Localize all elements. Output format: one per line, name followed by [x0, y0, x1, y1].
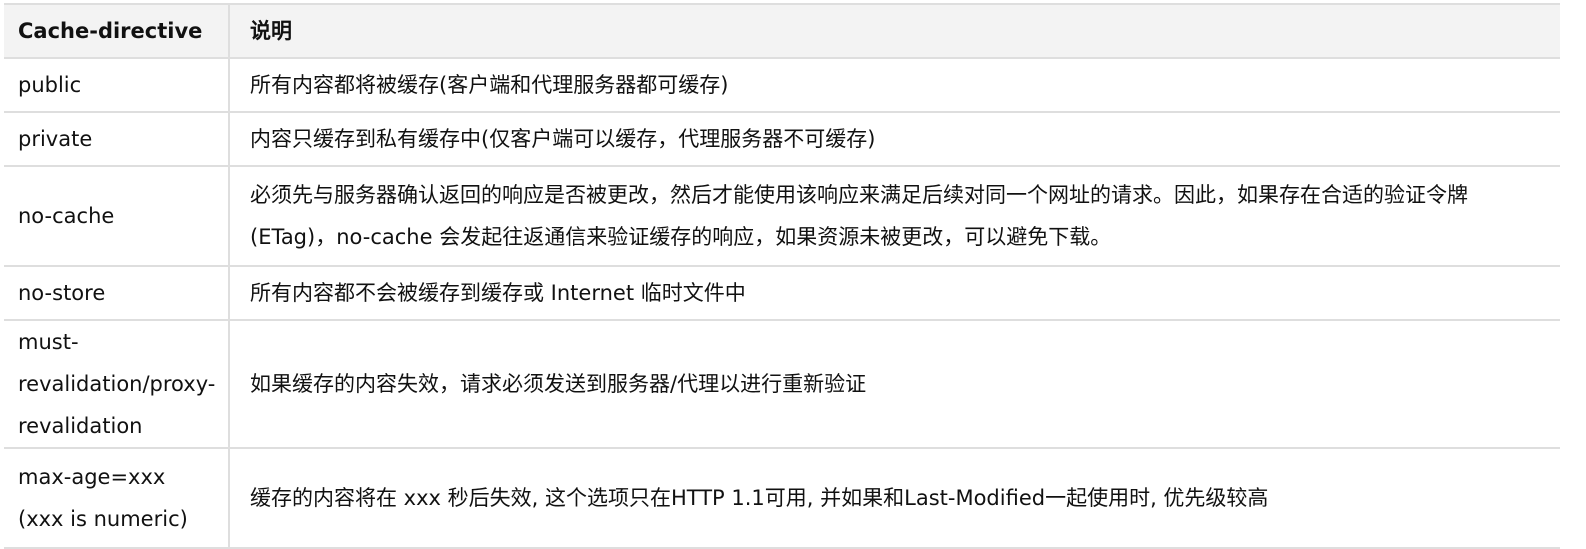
- table-row: private 内容只缓存到私有缓存中(仅客户端可以缓存，代理服务器不可缓存): [4, 111, 1560, 167]
- directive-name: no-store: [4, 265, 230, 321]
- directive-name: no-cache: [4, 165, 230, 267]
- directive-description: 所有内容都将被缓存(客户端和代理服务器都可缓存): [229, 57, 1560, 113]
- directive-description: 如果缓存的内容失效，请求必须发送到服务器/代理以进行重新验证: [229, 319, 1560, 449]
- table-header-row: Cache-directive 说明: [4, 3, 1560, 59]
- cache-directive-table: Cache-directive 说明 public 所有内容都将被缓存(客户端和…: [4, 3, 1560, 549]
- table-row: max-age=xxx (xxx is numeric) 缓存的内容将在 xxx…: [4, 447, 1560, 549]
- header-cache-directive: Cache-directive: [4, 3, 230, 59]
- directive-description: 内容只缓存到私有缓存中(仅客户端可以缓存，代理服务器不可缓存): [229, 111, 1560, 167]
- table-row: no-store 所有内容都不会被缓存到缓存或 Internet 临时文件中: [4, 265, 1560, 321]
- directive-name: must-revalidation/proxy-revalidation: [4, 319, 230, 449]
- directive-name: private: [4, 111, 230, 167]
- table-row: must-revalidation/proxy-revalidation 如果缓…: [4, 319, 1560, 449]
- header-description: 说明: [229, 3, 1560, 59]
- directive-name: max-age=xxx (xxx is numeric): [4, 447, 230, 549]
- table-row: no-cache 必须先与服务器确认返回的响应是否被更改，然后才能使用该响应来满…: [4, 165, 1560, 267]
- directive-description: 必须先与服务器确认返回的响应是否被更改，然后才能使用该响应来满足后续对同一个网址…: [229, 165, 1560, 267]
- directive-description: 所有内容都不会被缓存到缓存或 Internet 临时文件中: [229, 265, 1560, 321]
- table-row: public 所有内容都将被缓存(客户端和代理服务器都可缓存): [4, 57, 1560, 113]
- directive-name: public: [4, 57, 230, 113]
- directive-description: 缓存的内容将在 xxx 秒后失效, 这个选项只在HTTP 1.1可用, 并如果和…: [229, 447, 1560, 549]
